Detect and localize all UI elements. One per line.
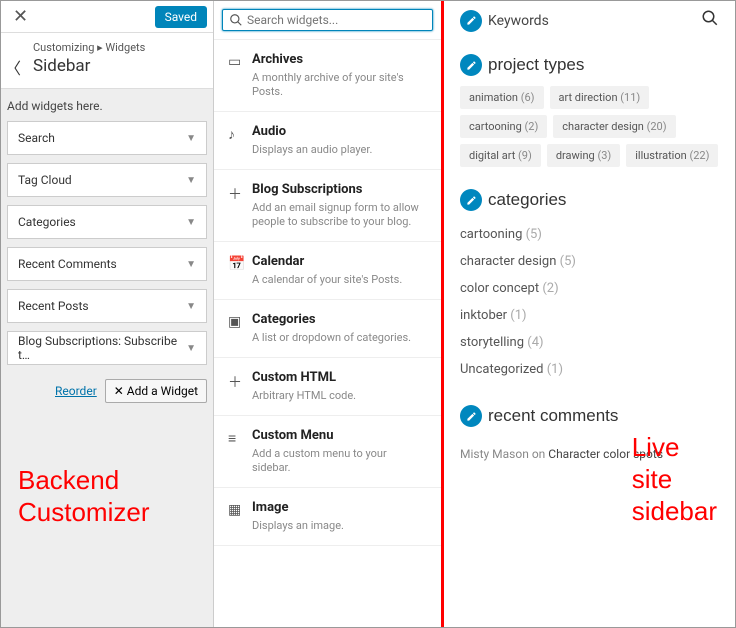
widget-row[interactable]: Search ▼ [7,121,207,155]
tag[interactable]: illustration (22) [626,144,718,167]
search-widgets-input[interactable] [247,13,426,27]
breadcrumb-sep: ▸ [97,41,103,54]
available-widgets-panel: ▭ Archives A monthly archive of your sit… [214,1,444,627]
widget-row-label: Recent Comments [18,257,117,271]
widget-row[interactable]: Categories ▼ [7,205,207,239]
folder-icon: ▣ [228,312,252,345]
available-widget-title: Archives [252,52,427,67]
available-widget-item[interactable]: ▣ Categories A list or dropdown of categ… [214,300,441,358]
chevron-down-icon: ▼ [186,259,196,270]
live-site-sidebar: Keywords project types animation (6) art … [444,1,735,627]
available-widget-title: Calendar [252,254,427,269]
category-item[interactable]: color concept (2) [460,275,719,302]
tag[interactable]: art direction (11) [550,86,650,109]
saved-button[interactable]: Saved [155,6,207,28]
widget-list: Search▼Tag Cloud▼Categories▼Recent Comme… [1,121,213,373]
available-widget-title: Custom HTML [252,370,427,385]
section-title-categories: categories [488,190,566,210]
available-widget-desc: A list or dropdown of categories. [252,331,427,345]
tag[interactable]: character design (20) [553,115,675,138]
tag[interactable]: cartooning (2) [460,115,547,138]
category-item[interactable]: cartooning (5) [460,221,719,248]
archive-icon: ▭ [228,52,252,99]
close-icon[interactable]: ✕ [7,4,34,29]
chevron-down-icon: ▼ [186,217,196,228]
widget-row-label: Tag Cloud [18,173,72,187]
widget-row-label: Categories [18,215,76,229]
section-title-project-types: project types [488,55,584,75]
available-widget-desc: Add an email signup form to allow people… [252,201,427,229]
section-title-recent-comments: recent comments [488,406,618,426]
category-item[interactable]: Uncategorized (1) [460,356,719,383]
back-icon[interactable]: 〈 [5,55,21,79]
category-item[interactable]: storytelling (4) [460,329,719,356]
category-item[interactable]: character design (5) [460,248,719,275]
add-widget-button[interactable]: ✕ Add a Widget [105,379,207,403]
keywords-search-icon[interactable] [701,9,719,32]
available-widget-desc: Displays an audio player. [252,143,427,157]
plus-icon: ＋ [228,370,252,403]
breadcrumb-prefix: Customizing [33,41,94,54]
edit-icon[interactable] [460,405,482,427]
available-widget-desc: A monthly archive of your site's Posts. [252,71,427,99]
available-widget-item[interactable]: ▭ Archives A monthly archive of your sit… [214,40,441,112]
page-title: Sidebar [33,56,203,76]
image-icon: ▦ [228,500,252,533]
search-widgets-box[interactable] [222,9,433,31]
annotation-live-site: Livesitesidebar [632,431,717,527]
widget-row[interactable]: Recent Comments ▼ [7,247,207,281]
chevron-down-icon: ▼ [186,175,196,186]
available-widget-desc: Add a custom menu to your sidebar. [252,447,427,475]
available-widget-desc: Arbitrary HTML code. [252,389,427,403]
widget-row[interactable]: Recent Posts ▼ [7,289,207,323]
keywords-label: Keywords [488,13,701,29]
available-widget-title: Blog Subscriptions [252,182,427,197]
tag[interactable]: digital art (9) [460,144,541,167]
menu-icon: ≡ [228,428,252,475]
add-widgets-msg: Add widgets here. [1,89,213,121]
available-widget-item[interactable]: ＋ Blog Subscriptions Add an email signup… [214,170,441,242]
available-widgets-list: ▭ Archives A monthly archive of your sit… [214,40,441,627]
search-icon [229,13,243,27]
widget-row[interactable]: Blog Subscriptions: Subscribe t…▼ [7,331,207,365]
available-widget-item[interactable]: ♪ Audio Displays an audio player. [214,112,441,170]
customizer-header: ✕ Saved [1,1,213,33]
edit-icon[interactable] [460,10,482,32]
available-widget-desc: Displays an image. [252,519,427,533]
chevron-down-icon: ▼ [186,301,196,312]
audio-icon: ♪ [228,124,252,157]
widget-row-label: Search [18,131,55,145]
available-widget-title: Audio [252,124,427,139]
annotation-backend: BackendCustomizer [18,464,149,528]
widget-row-label: Blog Subscriptions: Subscribe t… [18,334,186,362]
available-widget-desc: A calendar of your site's Posts. [252,273,427,287]
edit-icon[interactable] [460,189,482,211]
breadcrumb-current: Widgets [105,41,145,54]
calendar-icon: 📅 [228,254,252,287]
tag[interactable]: drawing (3) [547,144,620,167]
edit-icon[interactable] [460,54,482,76]
widget-row[interactable]: Tag Cloud ▼ [7,163,207,197]
reorder-link[interactable]: Reorder [55,384,97,398]
widget-row-label: Recent Posts [18,299,89,313]
available-widget-item[interactable]: ≡ Custom Menu Add a custom menu to your … [214,416,441,488]
chevron-down-icon: ▼ [186,343,196,354]
available-widget-title: Custom Menu [252,428,427,443]
available-widget-item[interactable]: ▦ Image Displays an image. [214,488,441,546]
available-widget-item[interactable]: ＋ Custom HTML Arbitrary HTML code. [214,358,441,416]
available-widget-title: Image [252,500,427,515]
breadcrumb: 〈 Customizing ▸ Widgets Sidebar [1,33,213,89]
available-widget-item[interactable]: 📅 Calendar A calendar of your site's Pos… [214,242,441,300]
plus-icon: ＋ [228,182,252,229]
category-item[interactable]: inktober (1) [460,302,719,329]
tag[interactable]: animation (6) [460,86,544,109]
customizer-panel: ✕ Saved 〈 Customizing ▸ Widgets Sidebar … [1,1,214,627]
chevron-down-icon: ▼ [186,133,196,144]
available-widget-title: Categories [252,312,427,327]
